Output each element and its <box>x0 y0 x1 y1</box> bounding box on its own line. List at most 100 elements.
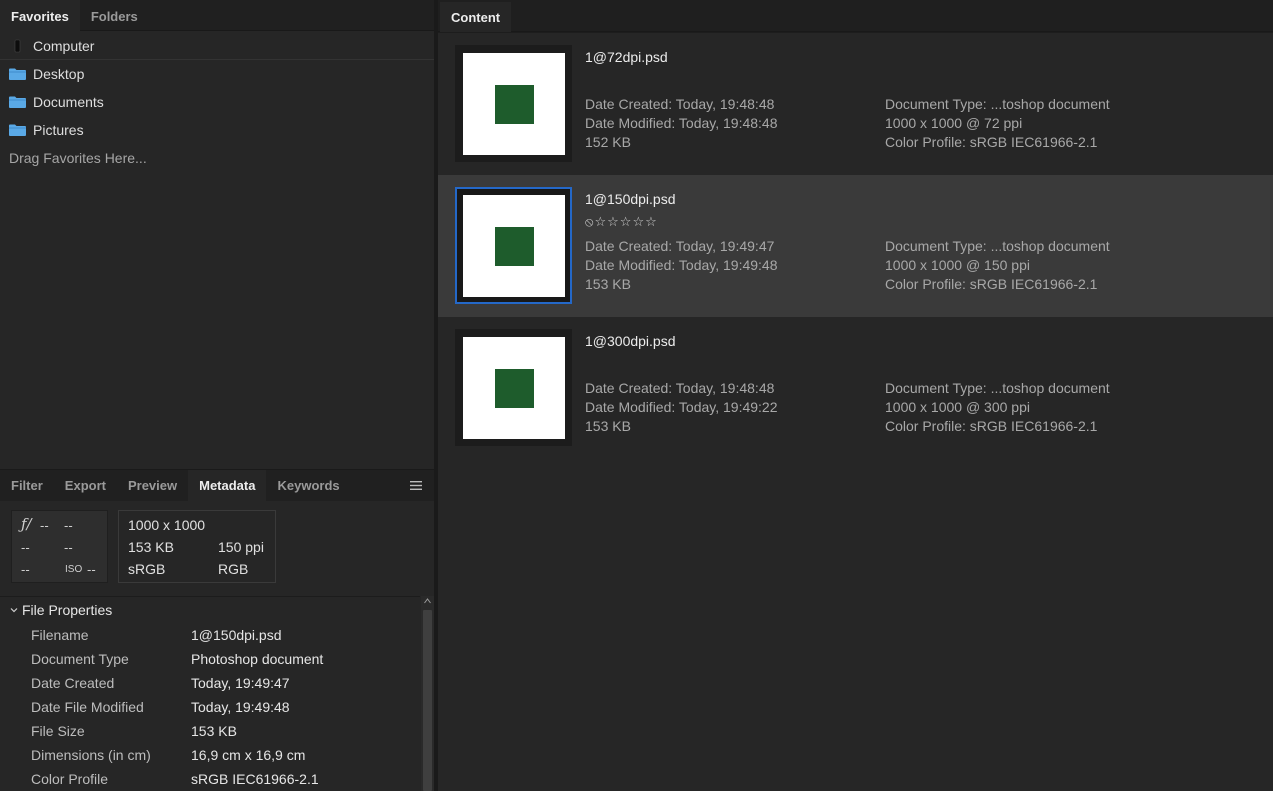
property-value: Today, 19:49:48 <box>191 699 290 715</box>
tab-keywords[interactable]: Keywords <box>266 470 350 502</box>
property-row: Color Profile sRGB IEC61966-2.1 <box>0 767 420 791</box>
favorites-tabbar: Favorites Folders <box>0 0 436 31</box>
dimensions: 1000 x 1000 @ 72 ppi <box>885 115 1023 131</box>
property-key: Document Type <box>31 651 129 667</box>
left-panel: Favorites Folders Computer Desktop Docum… <box>0 0 436 791</box>
folder-icon <box>9 67 27 81</box>
file-item[interactable]: 1@72dpi.psd Date Created: Today, 19:48:4… <box>438 33 1273 175</box>
content-tabbar: Content <box>438 0 1273 32</box>
file-item-selected[interactable]: 1@150dpi.psd ⦸☆☆☆☆☆ Date Created: Today,… <box>438 175 1273 317</box>
date-created: Date Created: Today, 19:49:47 <box>585 238 775 254</box>
property-value: 1@150dpi.psd <box>191 627 282 643</box>
document-type: Document Type: ...toshop document <box>885 96 1110 112</box>
date-modified: Date Modified: Today, 19:49:22 <box>585 399 778 415</box>
file-thumbnail[interactable] <box>455 329 572 446</box>
property-value: Photoshop document <box>191 651 324 667</box>
favorite-label: Documents <box>33 94 104 110</box>
aperture-icon: ƒ/ <box>21 515 32 533</box>
tab-export[interactable]: Export <box>54 470 117 502</box>
scrollbar-thumb[interactable] <box>423 610 432 791</box>
section-title: File Properties <box>22 602 113 618</box>
file-size: 152 KB <box>585 134 631 150</box>
document-type: Document Type: ...toshop document <box>885 380 1110 396</box>
property-value: 16,9 cm x 16,9 cm <box>191 747 306 763</box>
shutter-value: -- <box>64 518 73 533</box>
color-mode-value: RGB <box>218 561 249 577</box>
document-type: Document Type: ...toshop document <box>885 238 1110 254</box>
favorite-item-documents[interactable]: Documents <box>0 88 436 116</box>
computer-icon <box>9 39 27 53</box>
camera-value: -- <box>64 540 73 555</box>
property-key: Filename <box>31 627 89 643</box>
property-key: Date Created <box>31 675 115 691</box>
scroll-up-icon[interactable] <box>424 598 431 604</box>
property-key: Date File Modified <box>31 699 144 715</box>
tab-filter[interactable]: Filter <box>0 470 54 502</box>
favorite-label: Computer <box>33 38 95 54</box>
metadata-scrollbar[interactable] <box>421 596 434 791</box>
file-name[interactable]: 1@150dpi.psd <box>585 191 676 207</box>
iso-value: -- <box>87 562 96 577</box>
thumbnail-canvas <box>463 53 565 155</box>
favorite-label: Desktop <box>33 66 85 82</box>
file-thumbnail[interactable] <box>455 187 572 304</box>
resolution-value: 150 ppi <box>218 539 264 555</box>
property-row: Dimensions (in cm) 16,9 cm x 16,9 cm <box>0 743 420 767</box>
file-size: 153 KB <box>585 418 631 434</box>
thumbnail-canvas <box>463 337 565 439</box>
color-profile: Color Profile: sRGB IEC61966-2.1 <box>885 276 1098 292</box>
property-row: Document Type Photoshop document <box>0 647 420 671</box>
file-dates: Date Created: Today, 19:48:48 Date Modif… <box>585 379 778 436</box>
metadata-summary: ƒ/ -- -- -- -- -- ISO -- 1000 x 1000 153… <box>0 502 436 594</box>
color-profile: Color Profile: sRGB IEC61966-2.1 <box>885 134 1098 150</box>
file-thumbnail[interactable] <box>455 45 572 162</box>
tab-favorites[interactable]: Favorites <box>0 0 80 31</box>
favorite-item-pictures[interactable]: Pictures <box>0 116 436 144</box>
aperture-value: -- <box>40 518 49 533</box>
camera-value: -- <box>21 562 30 577</box>
content-list: 1@72dpi.psd Date Created: Today, 19:48:4… <box>438 33 1273 791</box>
property-key: Color Profile <box>31 771 109 787</box>
thumbnail-square <box>495 369 534 408</box>
thumbnail-square <box>495 85 534 124</box>
tab-content[interactable]: Content <box>440 2 512 32</box>
date-created: Date Created: Today, 19:48:48 <box>585 380 775 396</box>
file-doc-info: Document Type: ...toshop document 1000 x… <box>885 237 1110 294</box>
file-dates: Date Created: Today, 19:49:47 Date Modif… <box>585 237 778 294</box>
thumbnail-square <box>495 227 534 266</box>
property-row: Date Created Today, 19:49:47 <box>0 671 420 695</box>
property-row: File Size 153 KB <box>0 719 420 743</box>
file-doc-info: Document Type: ...toshop document 1000 x… <box>885 95 1110 152</box>
content-panel: Content 1@72dpi.psd Date Created: Today,… <box>438 0 1273 791</box>
date-modified: Date Modified: Today, 19:48:48 <box>585 115 778 131</box>
color-profile-value: sRGB <box>128 561 166 577</box>
property-key: Dimensions (in cm) <box>31 747 151 763</box>
tab-metadata[interactable]: Metadata <box>188 470 267 502</box>
thumbnail-canvas <box>463 195 565 297</box>
file-name[interactable]: 1@300dpi.psd <box>585 333 676 349</box>
filesize-value: 153 KB <box>128 539 174 555</box>
property-value: 153 KB <box>191 723 237 739</box>
tab-preview[interactable]: Preview <box>117 470 188 502</box>
file-item[interactable]: 1@300dpi.psd Date Created: Today, 19:48:… <box>438 317 1273 459</box>
folder-icon <box>9 123 27 137</box>
file-name[interactable]: 1@72dpi.psd <box>585 49 668 65</box>
file-size: 153 KB <box>585 276 631 292</box>
file-properties-header[interactable]: File Properties <box>0 597 420 623</box>
date-modified: Date Modified: Today, 19:49:48 <box>585 257 778 273</box>
dimensions: 1000 x 1000 @ 150 ppi <box>885 257 1030 273</box>
tab-folders[interactable]: Folders <box>80 0 149 31</box>
property-row: Filename 1@150dpi.psd <box>0 623 420 647</box>
panel-menu-icon[interactable] <box>410 481 422 490</box>
property-value: Today, 19:49:47 <box>191 675 290 691</box>
property-key: File Size <box>31 723 85 739</box>
date-created: Date Created: Today, 19:48:48 <box>585 96 775 112</box>
favorite-label: Pictures <box>33 122 84 138</box>
iso-icon: ISO <box>65 564 83 575</box>
file-info-box: 1000 x 1000 153 KB 150 ppi sRGB RGB <box>118 510 276 583</box>
favorite-item-desktop[interactable]: Desktop <box>0 60 436 88</box>
metadata-tabbar: Filter Export Preview Metadata Keywords <box>0 469 436 502</box>
favorite-item-computer[interactable]: Computer <box>0 32 436 60</box>
favorites-list: Computer Desktop Documents Pictures Drag… <box>0 32 436 172</box>
star-rating[interactable]: ⦸☆☆☆☆☆ <box>585 214 658 230</box>
